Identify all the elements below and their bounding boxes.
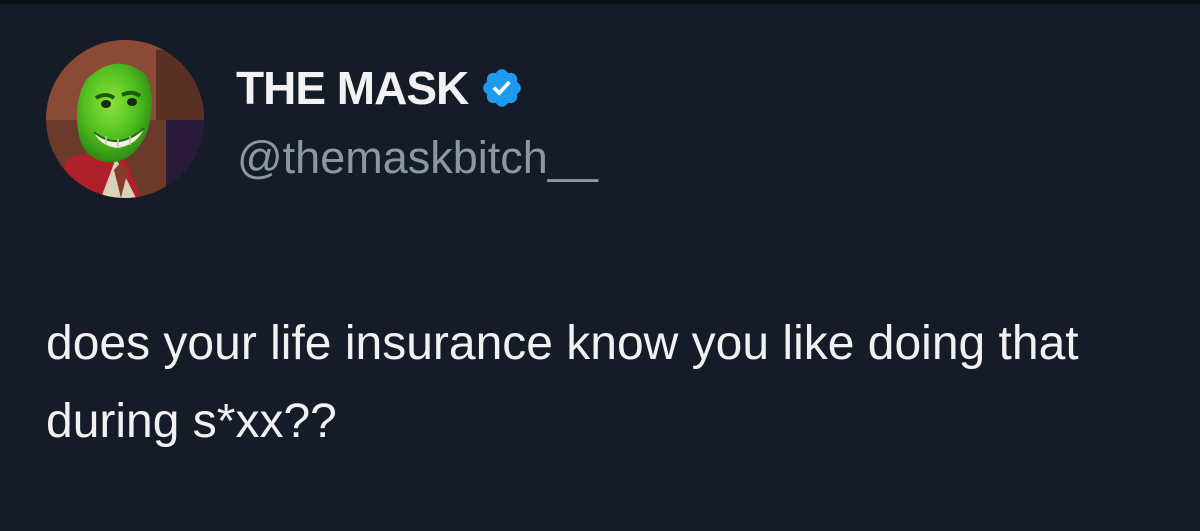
top-edge-divider bbox=[0, 0, 1200, 4]
verified-badge-icon[interactable] bbox=[480, 66, 524, 110]
tweet-text: does your life insurance know you like d… bbox=[46, 317, 1079, 448]
avatar[interactable] bbox=[46, 40, 204, 198]
author-name-row: THE MASK bbox=[236, 60, 524, 116]
author-display-name[interactable]: THE MASK bbox=[236, 60, 469, 116]
tweet-card: THE MASK @themaskbitch__ does your life … bbox=[0, 0, 1200, 531]
avatar-image bbox=[46, 40, 204, 198]
author-handle[interactable]: @themaskbitch__ bbox=[237, 130, 598, 186]
